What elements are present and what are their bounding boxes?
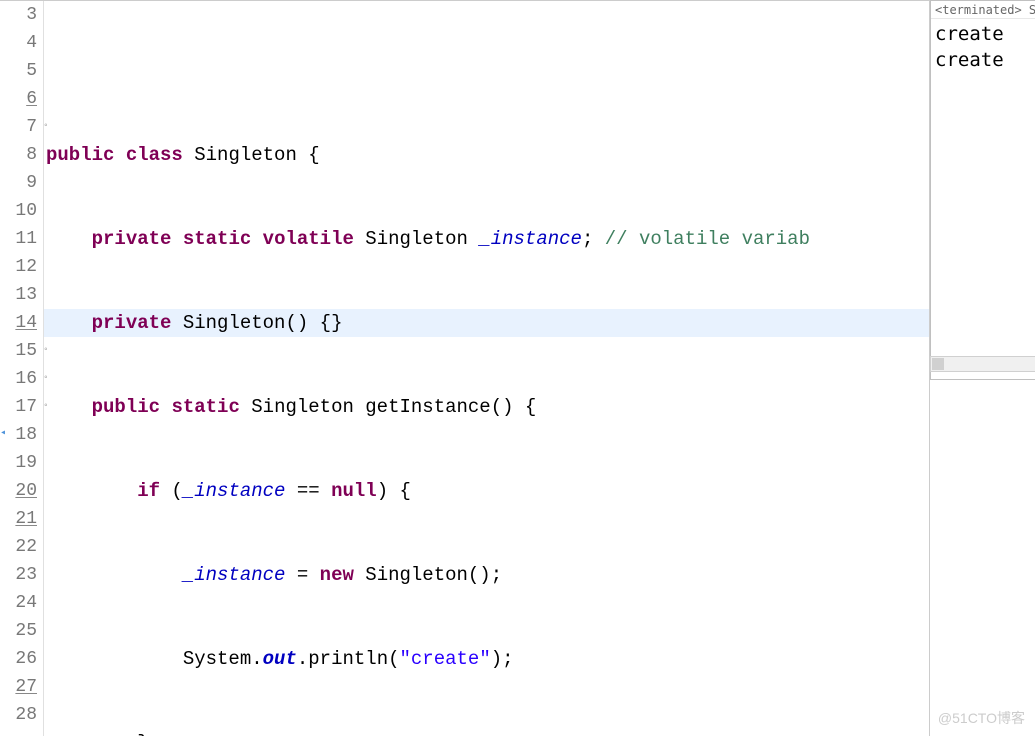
line-number[interactable]: 5 [0,57,43,85]
watermark: @51CTO博客 [938,708,1025,728]
line-number-gutter[interactable]: 3 4 5 6 7 8 9 10 11 12 13 14 15 16 17 18… [0,1,44,736]
line-number[interactable]: 19 [0,449,43,477]
code-line[interactable] [44,57,929,85]
code-line[interactable]: _instance = new Singleton(); [44,561,929,589]
code-line[interactable]: private static volatile Singleton _insta… [44,225,929,253]
line-number[interactable]: 28 [0,701,43,729]
line-number[interactable]: 22 [0,533,43,561]
editor-container: 3 4 5 6 7 8 9 10 11 12 13 14 15 16 17 18… [0,0,930,736]
console-output[interactable]: create create [931,19,1035,75]
code-line[interactable]: public static Singleton getInstance() { [44,393,929,421]
line-number[interactable]: 6 [0,85,43,113]
code-line[interactable]: System.out.println("create"); [44,645,929,673]
line-number[interactable]: 24 [0,589,43,617]
code-line[interactable]: public class Singleton { [44,141,929,169]
line-number[interactable]: 17 [0,393,43,421]
line-number[interactable]: 7 [0,113,43,141]
console-line: create [935,21,1031,47]
console-panel[interactable]: <terminated> Sin create create [930,0,1035,380]
console-line: create [935,47,1031,73]
line-number[interactable]: 27 [0,673,43,701]
code-line[interactable]: if (_instance == null) { [44,477,929,505]
line-number[interactable]: 10 [0,197,43,225]
code-line[interactable]: } [44,729,929,736]
line-number[interactable]: 18 [0,421,43,449]
line-number[interactable]: 20 [0,477,43,505]
line-number[interactable]: 11 [0,225,43,253]
line-number[interactable]: 26 [0,645,43,673]
line-number[interactable]: 25 [0,617,43,645]
code-line-current[interactable]: private Singleton() {} [44,309,929,337]
line-number[interactable]: 12 [0,253,43,281]
line-number[interactable]: 21 [0,505,43,533]
line-number[interactable]: 13 [0,281,43,309]
horizontal-scrollbar[interactable] [930,356,1035,372]
line-number[interactable]: 15 [0,337,43,365]
gutter-marker-icon: ◂ [0,427,6,437]
scrollbar-thumb[interactable] [932,358,944,370]
line-number[interactable]: 23 [0,561,43,589]
line-number[interactable]: 4 [0,29,43,57]
code-editor[interactable]: public class Singleton { private static … [44,1,929,736]
line-number[interactable]: 9 [0,169,43,197]
line-number[interactable]: 14 [0,309,43,337]
line-number[interactable]: 16 [0,365,43,393]
line-number[interactable]: 3 [0,1,43,29]
console-header: <terminated> Sin [931,1,1035,19]
line-number[interactable]: 8 [0,141,43,169]
